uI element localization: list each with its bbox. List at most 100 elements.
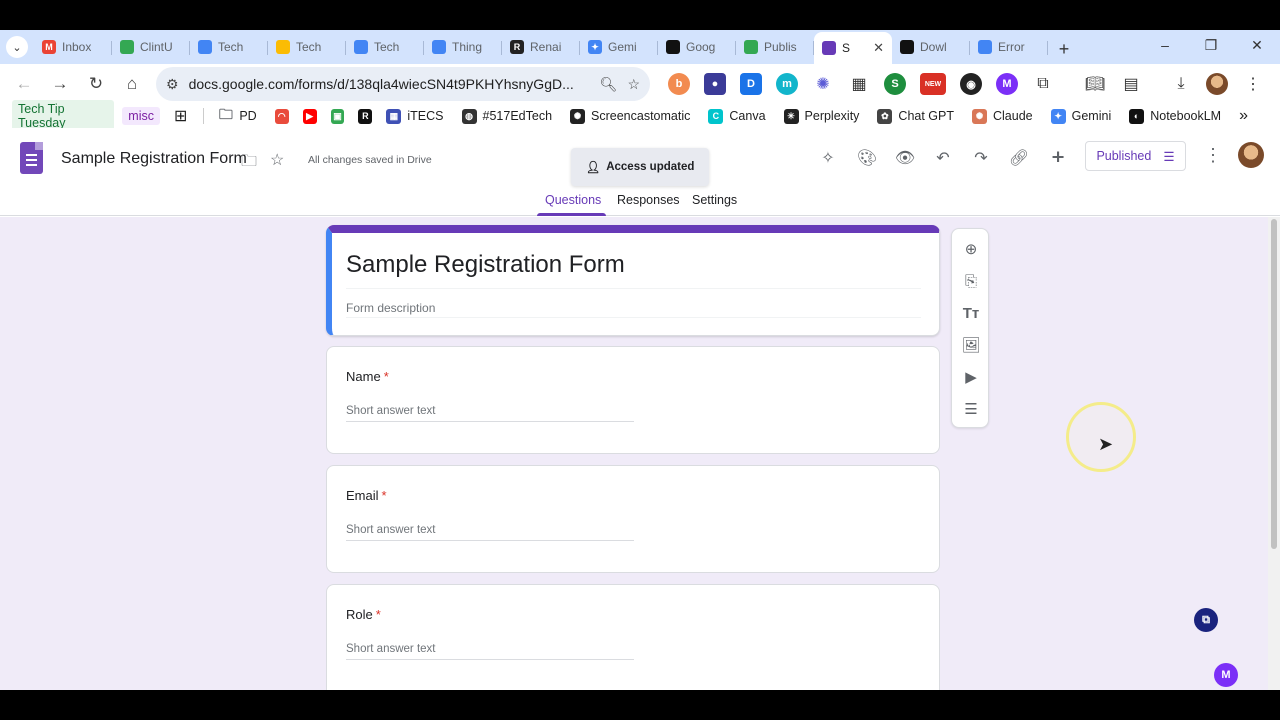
form-description-input[interactable]: Form description (346, 301, 435, 315)
extension-magic-icon[interactable]: M (996, 73, 1018, 95)
tab-settings[interactable]: Settings (692, 193, 737, 207)
folder-icon[interactable]: 🗀 (241, 150, 257, 177)
published-button[interactable]: Published ☰ (1085, 141, 1186, 171)
qr-code-icon[interactable]: ▦ (848, 73, 870, 95)
bookmark-item[interactable]: 🗀 PD (218, 106, 257, 124)
bookmark-item[interactable]: ✳ Perplexity (783, 108, 859, 124)
floating-magic-icon[interactable]: M (1214, 663, 1238, 687)
search-icon[interactable]: 🔍︎ (600, 76, 618, 93)
tab-favicon-icon (978, 40, 992, 54)
browser-tab[interactable]: Dowl (892, 32, 970, 62)
home-button[interactable]: ⌂ (114, 68, 150, 100)
bookmark-star-icon[interactable]: ☆ (627, 76, 640, 93)
bookmark-item[interactable]: C Canva (708, 108, 766, 124)
browser-tab[interactable]: R Renai (502, 32, 580, 62)
question-card-name[interactable]: Name * Short answer text (326, 346, 940, 454)
question-card-role[interactable]: Role * Short answer text (326, 584, 940, 690)
link-icon[interactable]: 🔗︎ (1007, 146, 1031, 170)
close-tab-icon[interactable]: ✕ (873, 40, 884, 56)
rainbow-bookmark-icon[interactable]: ◠ (274, 108, 289, 124)
tab-questions[interactable]: Questions (545, 193, 601, 207)
classroom-icon[interactable]: ▣ (330, 108, 345, 124)
browser-menu-icon[interactable]: ⋮ (1242, 73, 1264, 95)
browser-tab[interactable]: ClintU (112, 32, 190, 62)
download-icon[interactable]: ⤓ (1170, 73, 1192, 95)
bookmark-item[interactable]: ✺ Screencastomatic (570, 108, 691, 124)
minimize-button[interactable]: – (1142, 30, 1188, 60)
extension-s-icon[interactable]: S (884, 73, 906, 95)
bookmark-item[interactable]: ✦ Gemini (1050, 108, 1111, 124)
browser-tab[interactable]: Thing (424, 32, 502, 62)
bookmark-label: Screencastomatic (591, 109, 691, 123)
add-image-icon[interactable]: 🖼︎ (961, 335, 981, 355)
r-bookmark-icon[interactable]: R (358, 108, 373, 124)
more-bookmarks-icon[interactable]: » (1239, 107, 1248, 125)
browser-tab[interactable]: Goog (658, 32, 736, 62)
tab-label: Tech (218, 40, 244, 54)
extension-m-icon[interactable]: m (776, 73, 798, 95)
browser-tab[interactable]: M Inbox (34, 32, 112, 62)
extension-screencast-icon[interactable]: ● (704, 73, 726, 95)
page-scrollbar[interactable] (1268, 217, 1280, 690)
tab-responses[interactable]: Responses (617, 193, 680, 207)
extension-robot-icon[interactable]: ◉ (960, 73, 982, 95)
redo-icon[interactable]: ↷ (969, 146, 993, 170)
preview-eye-icon[interactable]: 👁︎ (893, 146, 917, 170)
form-title-card[interactable]: Sample Registration Form Form descriptio… (326, 225, 940, 336)
scrollbar-thumb[interactable] (1271, 219, 1277, 549)
bookmark-item[interactable]: ◍ #517EdTech (461, 108, 552, 124)
address-bar[interactable]: ⚙ docs.google.com/forms/d/138qla4wiecSN4… (156, 67, 650, 101)
bookmark-item[interactable]: ✺ Claude (972, 108, 1033, 124)
question-card-email[interactable]: Email * Short answer text (326, 465, 940, 573)
account-avatar[interactable] (1238, 142, 1264, 168)
active-tab-indicator (537, 213, 606, 216)
forward-button[interactable]: → (42, 68, 78, 100)
add-video-icon[interactable]: ▶ (961, 367, 981, 387)
extension-d-icon[interactable]: D (740, 73, 762, 95)
forms-logo-icon[interactable] (20, 142, 43, 174)
add-title-icon[interactable]: Tт (961, 303, 981, 323)
addons-icon[interactable]: ✧ (816, 146, 840, 170)
browser-tab[interactable]: Error (970, 32, 1048, 62)
browser-tab[interactable]: Tech (268, 32, 346, 62)
tab-favicon-icon (198, 40, 212, 54)
browser-tab[interactable]: S ✕ (814, 32, 892, 64)
back-button[interactable]: ← (6, 68, 42, 100)
bookmark-item[interactable]: ▦ iTECS (386, 108, 444, 124)
tab-favicon-icon (354, 40, 368, 54)
bookmark-item[interactable]: ✿ Chat GPT (877, 108, 954, 124)
restore-button[interactable]: ❐ (1188, 30, 1234, 60)
extension-orange-icon[interactable]: b (668, 73, 690, 95)
reading-list-icon[interactable]: ▤ (1120, 73, 1142, 95)
add-question-icon[interactable]: ⊕ (961, 239, 981, 259)
profile-avatar[interactable] (1206, 73, 1228, 95)
floating-extension-icon[interactable]: ⧉ (1194, 608, 1218, 632)
new-tab-button[interactable]: + (1048, 34, 1080, 64)
bookmark-folder-chip[interactable]: misc (122, 107, 160, 125)
add-section-icon[interactable]: ☰ (961, 399, 981, 419)
palette-icon[interactable]: 🎨︎ (855, 146, 879, 170)
browser-tab[interactable]: Tech (190, 32, 268, 62)
import-questions-icon[interactable]: ⎘ (961, 271, 981, 291)
tab-search-button[interactable]: ⌄ (0, 30, 34, 64)
tab-label: Publis (764, 40, 797, 54)
extension-new-badge-icon[interactable]: NEW (920, 73, 946, 95)
bookmark-item[interactable]: ◐ NotebookLM (1129, 108, 1221, 124)
browser-tab[interactable]: Publis (736, 32, 814, 62)
more-options-icon[interactable]: ⋮ (1204, 145, 1222, 166)
add-collaborator-icon[interactable]: ➕︎ (1046, 146, 1070, 170)
document-title[interactable]: Sample Registration Form (61, 150, 247, 168)
star-icon[interactable]: ☆ (270, 150, 284, 170)
reload-button[interactable]: ↻ (78, 68, 114, 100)
extensions-puzzle-icon[interactable]: ⧉ (1032, 73, 1054, 95)
browser-tab[interactable]: ✦ Gemi (580, 32, 658, 62)
site-info-icon[interactable]: ⚙ (166, 76, 179, 93)
reading-mode-icon[interactable]: 📖︎ (1084, 73, 1106, 95)
form-title[interactable]: Sample Registration Form (346, 251, 625, 279)
apps-grid-icon[interactable]: ⊞ (174, 106, 187, 126)
undo-icon[interactable]: ↶ (931, 146, 955, 170)
youtube-icon[interactable]: ▶ (302, 108, 317, 124)
close-window-button[interactable]: ✕ (1234, 30, 1280, 60)
extension-gear-icon[interactable]: ✺ (812, 73, 834, 95)
browser-tab[interactable]: Tech (346, 32, 424, 62)
